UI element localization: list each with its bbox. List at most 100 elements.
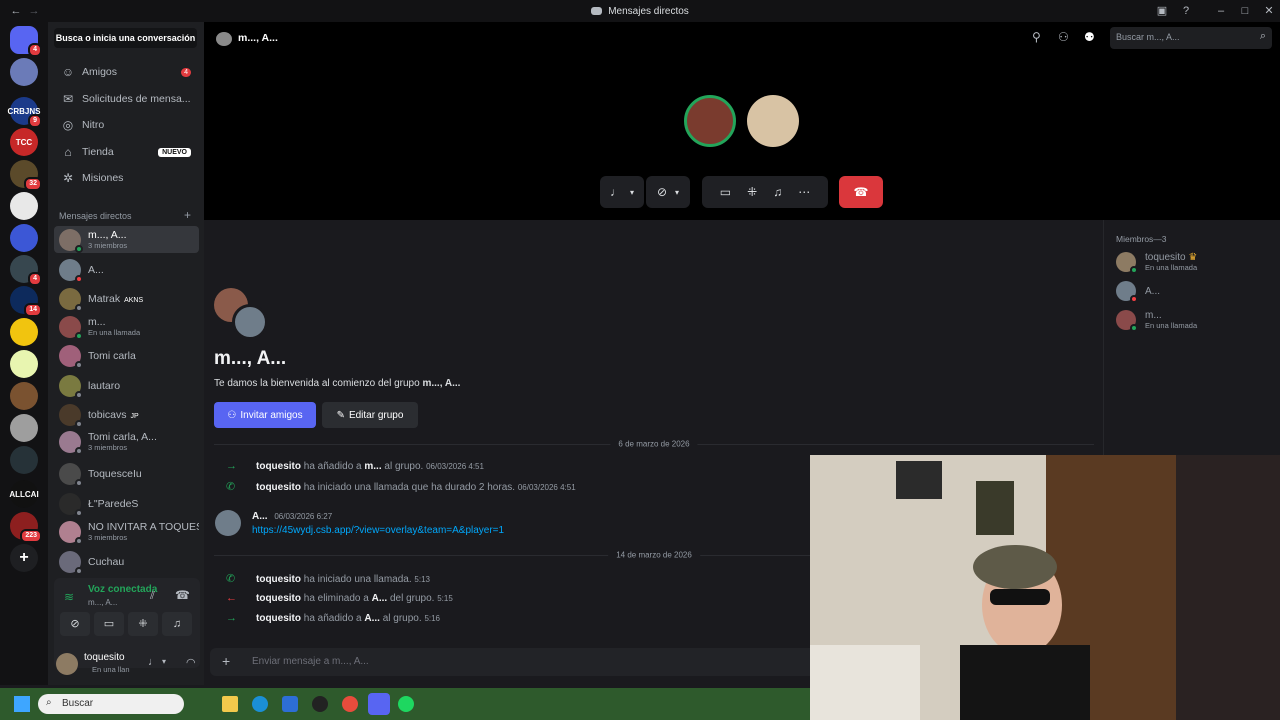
microphone-icon[interactable]: ♩ <box>148 656 159 668</box>
server-icon[interactable]: 223 <box>10 512 42 543</box>
edge-icon[interactable] <box>252 696 268 712</box>
nav-message-requests[interactable]: ✉ Solicitudes de mensa... <box>54 87 197 111</box>
add-friends-icon[interactable]: ⚇ <box>1058 30 1069 44</box>
voice-status[interactable]: Voz conectada <box>88 584 157 595</box>
dm-item[interactable]: Cuchau <box>54 548 199 575</box>
soundboard-icon[interactable]: ♫ <box>773 185 782 199</box>
server-icon[interactable] <box>10 414 38 442</box>
screenshare-icon[interactable]: ▭ <box>720 185 731 199</box>
dm-item[interactable]: NO INVITAR A TOQUES 3 miembros <box>54 518 199 545</box>
plus-icon[interactable]: + <box>222 653 230 669</box>
chevron-down-icon[interactable]: ▾ <box>162 657 166 666</box>
file-explorer-icon[interactable] <box>222 696 238 712</box>
nav-nitro[interactable]: ◎ Nitro <box>54 113 197 137</box>
dm-item[interactable]: m... En una llamada <box>54 313 199 340</box>
inbox-icon[interactable]: ▣ <box>1154 3 1170 19</box>
server-icon[interactable]: 14 <box>10 286 42 317</box>
server-icon[interactable]: 4 <box>10 26 42 57</box>
server-icon[interactable] <box>10 192 38 220</box>
dm-item[interactable]: tobicavs JP <box>54 401 199 428</box>
voice-camera-button[interactable]: ⊘ <box>60 612 90 636</box>
pin-icon[interactable]: ⚲ <box>1032 30 1041 44</box>
noise-suppression-icon[interactable]: ⫽ <box>150 590 155 603</box>
event-target[interactable]: A... <box>364 613 380 624</box>
store-icon[interactable] <box>282 696 298 712</box>
header-search-input[interactable]: Buscar m..., A... ⌕ <box>1110 27 1272 49</box>
conversation-search-button[interactable]: Busca o inicia una conversación <box>54 28 197 48</box>
server-icon[interactable] <box>10 318 38 346</box>
voice-soundboard-button[interactable]: ♫ <box>162 612 192 636</box>
dm-item[interactable]: ToquesceIu <box>54 460 199 487</box>
obs-icon[interactable] <box>312 696 328 712</box>
event-user[interactable]: toquesito <box>256 482 301 493</box>
minimize-icon[interactable]: – <box>1213 3 1229 19</box>
server-icon[interactable]: 32 <box>10 160 42 191</box>
call-mic-button[interactable]: ♩ ▾ <box>600 176 644 208</box>
event-user[interactable]: toquesito <box>256 461 301 472</box>
server-icon[interactable]: TCC <box>10 128 38 156</box>
maximize-icon[interactable]: □ <box>1237 3 1253 19</box>
event-target[interactable]: m... <box>364 461 381 472</box>
member-list-icon[interactable]: ⚉ <box>1084 30 1095 44</box>
dm-item[interactable]: A... <box>54 256 199 283</box>
server-icon[interactable] <box>10 58 38 86</box>
chrome-icon[interactable] <box>342 696 358 712</box>
event-timestamp: 5:13 <box>414 575 430 584</box>
server-icon[interactable] <box>10 350 38 378</box>
call-participant-avatar[interactable] <box>747 95 799 147</box>
windows-start-icon[interactable] <box>14 696 30 712</box>
message-link[interactable]: https://45wydj.csb.app/?view=overlay&tea… <box>252 525 504 536</box>
member-item[interactable]: m... En una llamada <box>1116 310 1197 332</box>
nav-label: Misiones <box>82 172 124 184</box>
dm-item[interactable]: Tomi carla, A... 3 miembros <box>54 428 199 455</box>
server-icon[interactable]: 4 <box>10 255 42 286</box>
create-dm-plus-icon[interactable]: + <box>184 208 191 222</box>
member-item[interactable]: A... <box>1116 281 1160 303</box>
disconnect-icon[interactable]: ☎ <box>175 588 190 602</box>
server-icon[interactable]: ALLCAI <box>9 480 39 508</box>
spotify-icon[interactable] <box>398 696 414 712</box>
server-icon[interactable] <box>10 224 38 252</box>
voice-screenshare-button[interactable]: ▭ <box>94 612 124 636</box>
dm-item[interactable]: lautaro <box>54 372 199 399</box>
add-server-plus-icon[interactable]: + <box>10 544 38 572</box>
member-item[interactable]: toquesito ♛ En una llamada <box>1116 252 1197 274</box>
message-avatar[interactable] <box>215 510 241 536</box>
nav-friends[interactable]: ☺ Amigos 4 <box>54 60 197 84</box>
hang-up-button[interactable]: ☎ <box>839 176 883 208</box>
event-user[interactable]: toquesito <box>256 613 301 624</box>
server-badge: 14 <box>24 303 42 317</box>
more-options-icon[interactable]: ⋯ <box>798 185 810 199</box>
close-window-icon[interactable]: ✕ <box>1261 3 1277 19</box>
event-user[interactable]: toquesito <box>256 593 301 604</box>
voice-channel[interactable]: m..., A... <box>88 598 117 607</box>
server-icon[interactable]: CRBJNS 9 <box>8 97 42 128</box>
help-icon[interactable]: ? <box>1178 3 1194 19</box>
user-avatar[interactable] <box>56 653 78 675</box>
call-camera-button[interactable]: ⊘ ▾ <box>646 176 690 208</box>
nav-label: Amigos <box>82 66 118 78</box>
event-target[interactable]: A... <box>372 593 388 604</box>
event-user[interactable]: toquesito <box>256 574 301 585</box>
server-icon[interactable] <box>10 382 38 410</box>
server-icon[interactable] <box>10 446 38 474</box>
edit-group-button[interactable]: ✎ Editar grupo <box>322 402 418 428</box>
dm-name: Ł"ParedeS <box>88 498 138 510</box>
message-author[interactable]: A... <box>252 511 268 522</box>
nav-quests[interactable]: ✲ Misiones <box>54 166 197 190</box>
member-avatar <box>1116 310 1138 332</box>
discord-taskbar-icon[interactable] <box>368 693 390 715</box>
call-participant-avatar[interactable] <box>684 95 736 147</box>
dm-item[interactable]: Tomi carla <box>54 342 199 369</box>
dm-item[interactable]: m..., A... 3 miembros <box>54 226 199 253</box>
invite-friends-button[interactable]: ⚇ Invitar amigos <box>214 402 316 428</box>
user-name[interactable]: toquesito <box>84 652 125 663</box>
dm-item[interactable]: Matrak AKNS <box>54 285 199 312</box>
headphones-icon[interactable]: ◠ <box>186 656 196 669</box>
voice-activities-button[interactable]: ⁜ <box>128 612 158 636</box>
nav-shop[interactable]: ⌂ Tienda NUEVO <box>54 140 197 164</box>
taskbar-search[interactable]: ⌕ Buscar <box>38 694 184 714</box>
dm-item[interactable]: Ł"ParedeS <box>54 490 199 517</box>
activities-icon[interactable]: ⁜ <box>747 185 757 199</box>
event-text: ha añadido a <box>301 461 365 472</box>
